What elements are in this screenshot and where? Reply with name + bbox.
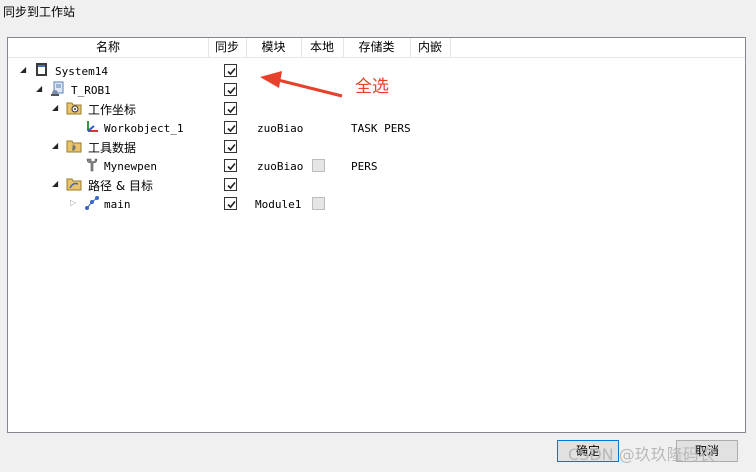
select-all-annotation: 全选 [355, 77, 389, 97]
watermark: CSDN @玖玖隆码农 [568, 445, 715, 464]
annotation-arrow-icon [260, 71, 343, 98]
